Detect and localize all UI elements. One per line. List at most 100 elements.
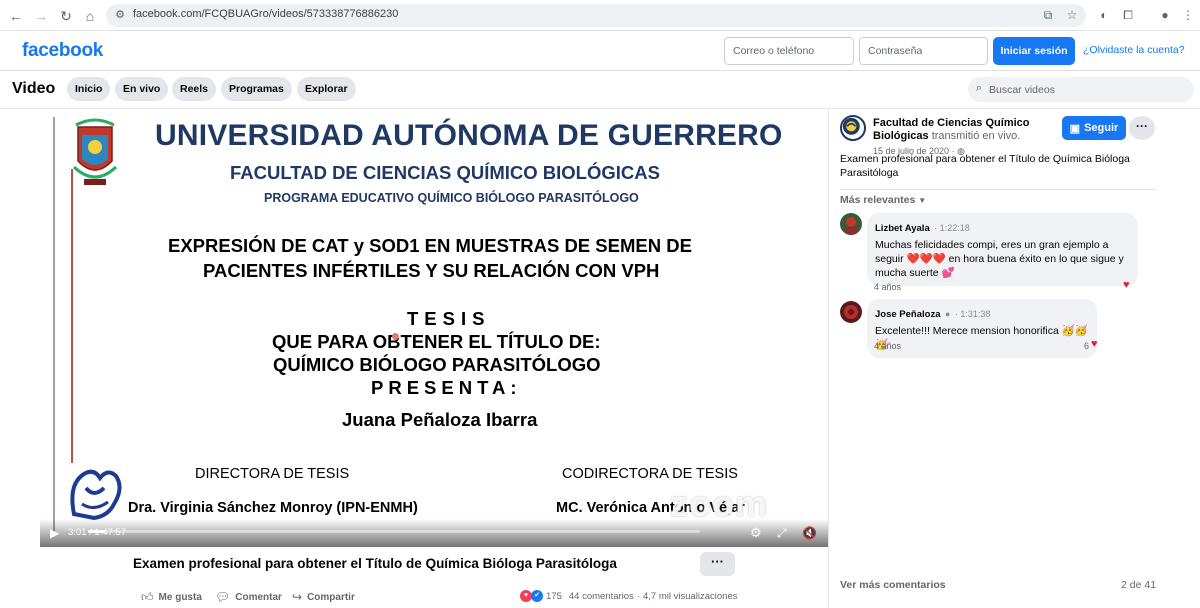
fullscreen-icon[interactable]: ⤢ — [777, 526, 787, 540]
like-reaction-icon: ✔ — [531, 590, 543, 602]
tab-programas[interactable]: Programas — [221, 77, 292, 101]
section-title: Video — [12, 80, 56, 97]
post-more-button[interactable]: ··· — [700, 552, 735, 576]
progress-fill — [88, 530, 106, 533]
video-nav: Video Inicio En vivo Reels Programas Exp… — [0, 71, 1200, 109]
video-search[interactable]: ⌕ — [968, 77, 1194, 102]
reactions-count[interactable]: 175 — [546, 591, 562, 602]
extension-icon[interactable]: ◐ — [1096, 7, 1112, 23]
sort-dropdown[interactable]: Más relevantes ▼ — [840, 194, 926, 206]
share-button[interactable]: ↪ Compartir — [292, 590, 355, 604]
video-player[interactable]: UNIVERSIDAD AUTÓNOMA DE GUERRERO FACULTA… — [0, 109, 828, 548]
video-frame[interactable]: UNIVERSIDAD AUTÓNOMA DE GUERRERO FACULTA… — [40, 109, 828, 547]
slide-thesis-title-1: EXPRESIÓN DE CAT y SOD1 EN MUESTRAS DE S… — [168, 235, 692, 256]
facebook-logo[interactable]: facebook — [22, 40, 103, 62]
email-field[interactable] — [724, 37, 854, 65]
comment-author[interactable]: Jose Peñaloza — [875, 309, 940, 320]
faculty-logo-icon — [70, 469, 122, 521]
verified-icon: ● — [944, 309, 951, 319]
avatar-photo-icon — [840, 213, 862, 235]
browser-menu-icon[interactable]: ⋮ — [1180, 7, 1196, 23]
divider — [840, 189, 1156, 190]
install-icon[interactable]: ⧉ — [1040, 7, 1056, 23]
tab-reels[interactable]: Reels — [172, 77, 217, 101]
comment-button[interactable]: 💬︎ Comentar — [215, 590, 282, 604]
slide-que-para: QUE PARA OBTENER EL TÍTULO DE: — [272, 331, 601, 352]
heart-reaction-icon[interactable]: ♥ — [1091, 338, 1098, 350]
bookmark-star-icon[interactable]: ☆ — [1064, 7, 1080, 23]
follow-label: Seguir — [1084, 122, 1119, 134]
extensions-puzzle-icon[interactable]: ⧠ — [1120, 7, 1136, 23]
tab-explorar[interactable]: Explorar — [297, 77, 356, 101]
play-icon[interactable]: ▶ — [50, 526, 59, 540]
like-button[interactable]: 👍︎ Me gusta — [141, 590, 202, 605]
page-name[interactable]: Facultad de Ciencias Químico Biológicas … — [873, 117, 1043, 143]
tab-inicio[interactable]: Inicio — [67, 77, 111, 101]
password-field[interactable] — [859, 37, 988, 65]
comments-pager: 2 de 41 — [1121, 579, 1157, 591]
settings-gear-icon[interactable]: ⚙ — [750, 526, 762, 540]
slide-decor-line-red — [71, 169, 73, 463]
slide-tesis: TESIS — [407, 308, 491, 329]
profile-avatar-icon[interactable]: ● — [1157, 7, 1173, 23]
comment-avatar[interactable] — [840, 213, 862, 235]
forward-icon[interactable]: → — [31, 6, 51, 26]
post-description: Examen profesional para obtener el Títul… — [840, 153, 1130, 179]
heart-reaction-icon[interactable]: ♥ — [1123, 279, 1130, 291]
see-more-comments[interactable]: Ver más comentarios — [840, 579, 946, 591]
tab-en-vivo[interactable]: En vivo — [115, 77, 169, 101]
comment-reaction-count[interactable]: 6 — [1084, 341, 1089, 351]
comment-text: Muchas felicidades compi, eres un gran e… — [875, 239, 1124, 279]
slide-director-label: DIRECTORA DE TESIS — [195, 466, 350, 482]
sort-label: Más relevantes — [840, 194, 916, 206]
slide-codirector-label: CODIRECTORA DE TESIS — [562, 466, 738, 482]
search-icon: ⌕ — [976, 82, 983, 94]
post-title: Examen profesional para obtener el Títul… — [133, 556, 617, 571]
stats-separator: · — [636, 590, 640, 602]
player-controls: ▶ 3:01 / 1:47:57 ⚙ ⤢ 🔇 — [40, 519, 828, 547]
comment-author[interactable]: Lizbet Ayala — [875, 223, 930, 234]
comment-bubble: Lizbet Ayala · 1:22:18 Muchas felicidade… — [867, 213, 1138, 286]
views-count: 4,7 mil visualizaciones — [642, 590, 738, 602]
reload-icon[interactable]: ↻ — [56, 6, 76, 26]
video-search-input[interactable] — [989, 81, 1179, 98]
address-bar[interactable]: ⚙ facebook.com/FCQBUAGro/videos/57333877… — [106, 4, 1086, 27]
university-crest-icon — [72, 118, 118, 185]
home-icon[interactable]: ⌂ — [80, 6, 100, 26]
comment-icon: 💬︎ — [215, 590, 231, 604]
comment-timestamp[interactable]: · 1:22:18 — [934, 223, 970, 233]
slide-student-name: Juana Peñaloza Ibarra — [342, 409, 538, 430]
slide-presenta: PRESENTA: — [371, 377, 522, 398]
comment-avatar[interactable] — [840, 301, 862, 323]
like-label: Me gusta — [158, 592, 202, 603]
follow-button[interactable]: ▣ Seguir — [1062, 116, 1126, 140]
comment-age: 4 años — [874, 282, 902, 292]
follow-icon: ▣ — [1069, 122, 1081, 135]
page-avatar[interactable] — [840, 115, 866, 141]
comments-count[interactable]: 44 comentarios — [569, 591, 634, 602]
progress-bar[interactable] — [88, 530, 700, 533]
avatar-photo-icon — [840, 301, 862, 323]
mouse-pointer — [392, 333, 399, 340]
comment-timestamp[interactable]: · 1:31:38 — [955, 309, 991, 319]
back-icon[interactable]: ← — [6, 6, 26, 26]
slide-thesis-title-2: PACIENTES INFÉRTILES Y SU RELACIÓN CON V… — [203, 260, 660, 281]
slide-program: PROGRAMA EDUCATIVO QUÍMICO BIÓLOGO PARAS… — [264, 191, 639, 205]
slide-decor-line — [53, 117, 55, 531]
comment-text: Excelente!!! Merece mension honorifica 🥳… — [875, 325, 1088, 351]
comments-panel: Facultad de Ciencias Químico Biológicas … — [828, 109, 1200, 608]
like-icon: 👍︎ — [141, 590, 154, 604]
volume-muted-icon[interactable]: 🔇 — [802, 526, 817, 540]
forgot-account-link[interactable]: ¿Olvidaste la cuenta? — [1083, 44, 1185, 56]
site-settings-icon[interactable]: ⚙ — [112, 7, 128, 23]
comment-bubble: Jose Peñaloza ● · 1:31:38 Excelente!!! M… — [867, 299, 1097, 358]
post-stats: ♥ ✔ 175 44 comentarios · 4,7 mil visuali… — [520, 590, 738, 602]
comment-age: 4 años — [874, 341, 902, 351]
login-button[interactable]: Iniciar sesión — [993, 37, 1075, 65]
slide-university: UNIVERSIDAD AUTÓNOMA DE GUERRERO — [155, 119, 783, 152]
slide-degree: QUÍMICO BIÓLOGO PARASITÓLOGO — [273, 354, 601, 375]
caret-down-icon: ▼ — [918, 196, 927, 205]
page-more-button[interactable]: ··· — [1129, 116, 1155, 140]
url-text[interactable]: facebook.com/FCQBUAGro/videos/5733387768… — [133, 8, 398, 20]
slide-faculty: FACULTAD DE CIENCIAS QUÍMICO BIOLÓGICAS — [230, 162, 660, 183]
